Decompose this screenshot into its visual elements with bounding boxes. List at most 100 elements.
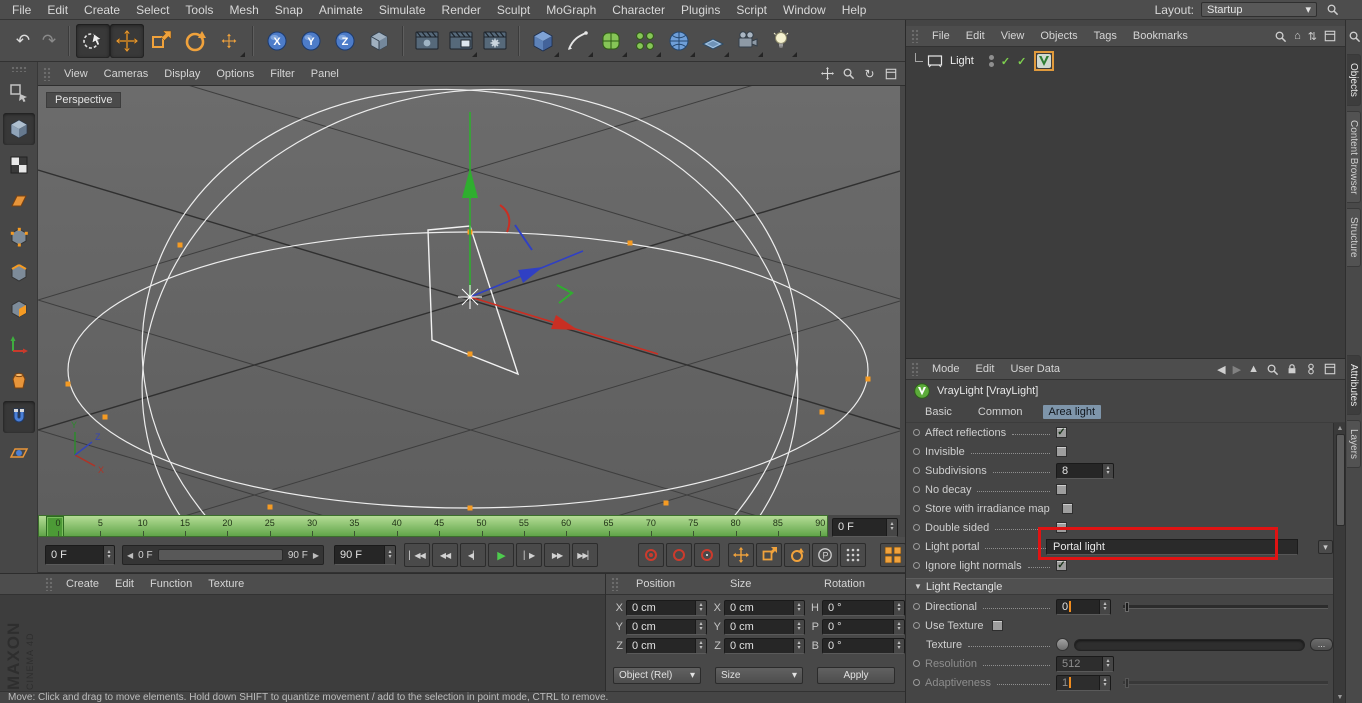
- viewport-menu-filter[interactable]: Filter: [262, 68, 302, 80]
- tab-area-light[interactable]: Area light: [1043, 405, 1101, 419]
- new-panel-icon[interactable]: [1324, 363, 1336, 375]
- zoom-view-icon[interactable]: [840, 65, 857, 82]
- object-row-light[interactable]: Light ✓ ✓: [906, 51, 1346, 71]
- next-frame-button[interactable]: ▏▶: [516, 543, 542, 567]
- viewport-menu-cameras[interactable]: Cameras: [96, 68, 157, 80]
- stepper-buttons[interactable]: ▴▾: [695, 620, 706, 634]
- visibility-dots[interactable]: [989, 55, 994, 67]
- current-frame-field[interactable]: 0 F▴▾: [45, 545, 115, 565]
- menu-create[interactable]: Create: [76, 3, 128, 17]
- menu-sculpt[interactable]: Sculpt: [489, 3, 538, 17]
- record-rotation-button[interactable]: [784, 543, 810, 567]
- panel-grip[interactable]: [911, 362, 919, 376]
- viewport-scene[interactable]: YXZ: [38, 86, 900, 515]
- frame-number-field[interactable]: 0 F▴▾: [832, 518, 898, 537]
- viewport-menu-panel[interactable]: Panel: [303, 68, 347, 80]
- position-x-field[interactable]: 0 cm▴▾: [626, 600, 707, 616]
- animation-dot[interactable]: [913, 486, 920, 493]
- add-spline-button[interactable]: [560, 24, 594, 58]
- size-z-field[interactable]: 0 cm▴▾: [724, 638, 805, 654]
- stepper-down-icon[interactable]: ▾: [897, 646, 900, 651]
- pan-view-icon[interactable]: [819, 65, 836, 82]
- menu-plugins[interactable]: Plugins: [673, 3, 728, 17]
- model-mode-button[interactable]: [3, 113, 35, 145]
- object-manager-menu-view[interactable]: View: [993, 30, 1033, 42]
- stepper-buttons[interactable]: ▴▾: [886, 519, 897, 536]
- redo-button[interactable]: ↷: [36, 24, 62, 58]
- apply-button[interactable]: Apply: [817, 667, 895, 684]
- make-editable-button[interactable]: [3, 77, 35, 109]
- panel-tab-content-browser[interactable]: Content Browser: [1347, 111, 1361, 203]
- material-manager-menu-function[interactable]: Function: [142, 578, 200, 590]
- chevron-down-icon[interactable]: ▾: [1318, 540, 1333, 554]
- animation-dot[interactable]: [913, 429, 920, 436]
- material-manager-menu-texture[interactable]: Texture: [200, 578, 252, 590]
- menu-snap[interactable]: Snap: [267, 3, 311, 17]
- stepper-down-icon[interactable]: ▾: [107, 555, 110, 560]
- coordinate-system-button[interactable]: [362, 24, 396, 58]
- lock-x-axis[interactable]: X: [260, 24, 294, 58]
- material-manager-menu-create[interactable]: Create: [58, 578, 107, 590]
- palette-grip[interactable]: [11, 66, 27, 72]
- stepper-buttons[interactable]: ▴▾: [1102, 464, 1113, 478]
- rotation-p-field[interactable]: 0 °▴▾: [822, 619, 905, 635]
- adaptiveness-slider[interactable]: [1123, 681, 1328, 685]
- subdivisions-field[interactable]: 8▴▾: [1056, 463, 1114, 479]
- updown-icon[interactable]: ⇅: [1308, 30, 1317, 43]
- menu-script[interactable]: Script: [728, 3, 775, 17]
- workplane-snap-button[interactable]: [3, 437, 35, 469]
- edges-mode-button[interactable]: [3, 257, 35, 289]
- menu-tools[interactable]: Tools: [177, 3, 221, 17]
- animation-dot[interactable]: [913, 448, 920, 455]
- menu-file[interactable]: File: [4, 3, 39, 17]
- texture-axis-mode-button[interactable]: [3, 365, 35, 397]
- scroll-up-icon[interactable]: ▲: [1337, 423, 1344, 434]
- render-check-icon[interactable]: ✓: [1017, 55, 1026, 68]
- panel-grip[interactable]: [43, 67, 51, 81]
- viewport-menu-view[interactable]: View: [56, 68, 96, 80]
- object-manager-menu-edit[interactable]: Edit: [958, 30, 993, 42]
- move-tool[interactable]: [110, 24, 144, 58]
- object-manager-menu-tags[interactable]: Tags: [1086, 30, 1125, 42]
- texture-preview-button[interactable]: [1056, 638, 1069, 651]
- menu-select[interactable]: Select: [128, 3, 177, 17]
- document-end-frame-field[interactable]: 90 F▴▾: [334, 545, 396, 565]
- stepper-down-icon[interactable]: ▾: [890, 527, 893, 532]
- enable-snap-button[interactable]: [3, 401, 35, 433]
- ignore-light-normals-checkbox[interactable]: ✓: [1056, 560, 1067, 571]
- tab-common[interactable]: Common: [972, 405, 1029, 419]
- vray-light-tag[interactable]: [1034, 51, 1054, 71]
- rotate-view-icon[interactable]: ↻: [861, 65, 878, 82]
- stepper-down-icon[interactable]: ▾: [1103, 683, 1106, 688]
- keyframe-selection-button[interactable]: [694, 543, 720, 567]
- add-array-button[interactable]: [628, 24, 662, 58]
- goto-end-button[interactable]: ▶▶▏: [572, 543, 598, 567]
- viewport-menu-options[interactable]: Options: [208, 68, 262, 80]
- material-manager-menu-edit[interactable]: Edit: [107, 578, 142, 590]
- forward-icon[interactable]: ▶: [1233, 363, 1241, 376]
- scale-tool[interactable]: [144, 24, 178, 58]
- stepper-buttons[interactable]: ▴▾: [1099, 600, 1110, 614]
- layout-select[interactable]: Startup ▾: [1201, 2, 1317, 17]
- stepper-buttons[interactable]: ▴▾: [893, 601, 904, 615]
- add-cube-button[interactable]: [526, 24, 560, 58]
- interface-search-icon[interactable]: [1324, 2, 1340, 18]
- panel-tab-layers[interactable]: Layers: [1347, 420, 1361, 468]
- menu-help[interactable]: Help: [834, 3, 875, 17]
- animation-dot[interactable]: [913, 505, 920, 512]
- scrollbar-thumb[interactable]: [1336, 434, 1345, 526]
- attribute-manager-menu-edit[interactable]: Edit: [968, 363, 1003, 375]
- browse-button[interactable]: ...: [1310, 638, 1333, 651]
- position-z-field[interactable]: 0 cm▴▾: [626, 638, 707, 654]
- next-key-button[interactable]: ▶▶: [544, 543, 570, 567]
- stepper-buttons[interactable]: ▴▾: [793, 620, 804, 634]
- stepper-buttons[interactable]: ▴▾: [1099, 676, 1110, 690]
- size-mode-dropdown[interactable]: Size▾: [715, 667, 803, 684]
- stepper-buttons[interactable]: ▴▾: [793, 601, 804, 615]
- record-keyframe-button[interactable]: [638, 543, 664, 567]
- affect-reflections-checkbox[interactable]: ✓: [1056, 427, 1067, 438]
- play-forward-button[interactable]: ▶: [488, 543, 514, 567]
- stepper-buttons[interactable]: ▴▾: [893, 639, 904, 653]
- menu-window[interactable]: Window: [775, 3, 834, 17]
- object-manager-area[interactable]: Light ✓ ✓: [906, 47, 1346, 358]
